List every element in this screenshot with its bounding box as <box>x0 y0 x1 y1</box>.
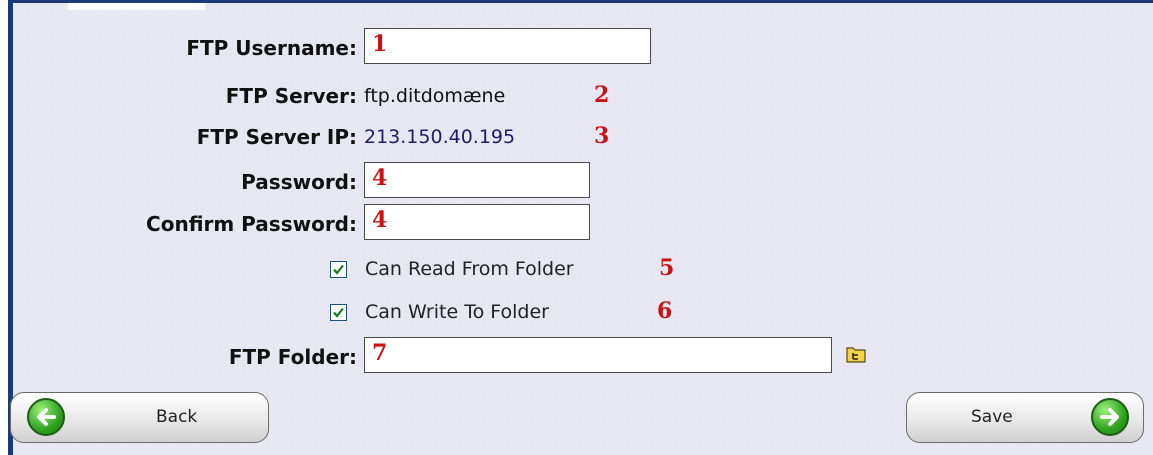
marker-3: 3 <box>594 123 610 149</box>
ftp-username-label: FTP Username: <box>186 36 357 60</box>
ftp-server-ip-value: 213.150.40.195 <box>364 126 516 148</box>
window: FTP Username: 1 FTP Server: ftp.ditdomæn… <box>0 0 1153 455</box>
marker-2: 2 <box>594 82 610 108</box>
back-button-label: Back <box>156 407 198 427</box>
save-button[interactable]: Save <box>906 392 1144 443</box>
confirm-password-label: Confirm Password: <box>146 212 357 236</box>
confirm-password-input[interactable]: 4 <box>364 204 590 240</box>
save-button-label: Save <box>971 407 1013 427</box>
panel-tab-notch <box>68 3 205 12</box>
marker-7: 7 <box>372 340 388 366</box>
ftp-server-ip-label: FTP Server IP: <box>196 125 357 149</box>
password-input[interactable]: 4 <box>364 162 590 198</box>
ftp-server-value: ftp.ditdomæne <box>364 85 506 107</box>
marker-1: 1 <box>372 31 388 57</box>
can-write-label[interactable]: Can Write To Folder <box>365 301 549 323</box>
back-button[interactable]: Back <box>10 392 269 443</box>
arrow-right-icon <box>1091 398 1129 436</box>
marker-4a: 4 <box>372 165 388 191</box>
arrow-left-icon <box>27 398 65 436</box>
can-read-label[interactable]: Can Read From Folder <box>365 258 574 280</box>
checkmark-icon <box>333 307 344 318</box>
folder-tree-icon[interactable] <box>846 345 866 363</box>
password-label: Password: <box>241 170 357 194</box>
ftp-server-label: FTP Server: <box>225 84 357 108</box>
ftp-folder-input[interactable]: 7 <box>364 337 832 373</box>
marker-4b: 4 <box>372 207 388 233</box>
checkmark-icon <box>333 264 344 275</box>
ftp-folder-label: FTP Folder: <box>228 345 357 369</box>
ftp-username-input[interactable]: 1 <box>364 28 651 64</box>
marker-6: 6 <box>657 298 673 324</box>
marker-5: 5 <box>659 255 675 281</box>
can-read-checkbox[interactable] <box>330 261 347 278</box>
can-write-checkbox[interactable] <box>330 304 347 321</box>
